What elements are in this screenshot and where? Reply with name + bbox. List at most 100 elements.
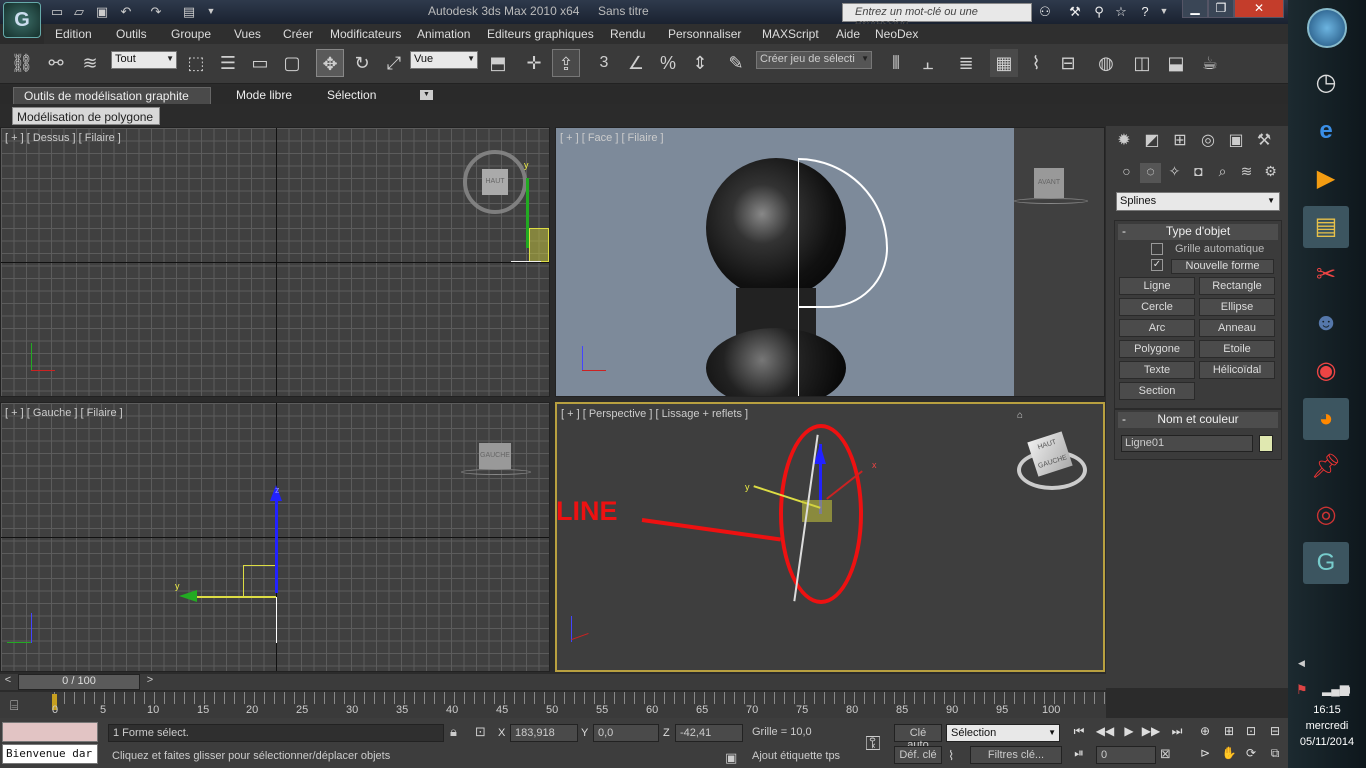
align-icon[interactable]: ⫠ xyxy=(914,49,942,77)
x-coord-field[interactable]: 183,918 xyxy=(510,724,578,742)
render-setup-icon[interactable]: ◫ xyxy=(1128,49,1156,77)
shape-helicoidal-button[interactable]: Hélicoïdal xyxy=(1199,361,1275,379)
user-app-icon[interactable]: ☻ xyxy=(1303,302,1349,344)
viewcube-left[interactable]: GAUCHE xyxy=(479,443,511,469)
help-dropdown-icon[interactable]: ▼ xyxy=(1155,3,1173,20)
ribbon-panel-polygon-modeling[interactable]: Modélisation de polygone xyxy=(12,107,160,125)
unlink-icon[interactable]: ⚯ xyxy=(42,49,70,77)
3dsmax-taskbar-icon[interactable]: G xyxy=(1303,542,1349,584)
action-center-icon[interactable]: ⚑ xyxy=(1296,682,1308,698)
y-coord-field[interactable]: 0,0 xyxy=(593,724,659,742)
set-key-button[interactable]: Déf. clé xyxy=(894,746,942,764)
current-frame-field[interactable]: 0 xyxy=(1096,746,1156,764)
motion-tab-icon[interactable]: ◎ xyxy=(1196,130,1220,152)
menu-edition[interactable]: Edition xyxy=(55,27,92,41)
shape-anneau-button[interactable]: Anneau xyxy=(1199,319,1275,337)
reference-coord-dropdown[interactable]: Vue xyxy=(410,51,478,69)
spinner-snap-icon[interactable]: ⇕ xyxy=(686,49,714,77)
time-next-button[interactable]: > xyxy=(142,674,158,690)
tab-mode-libre[interactable]: Mode libre xyxy=(226,87,302,104)
viewport-top[interactable]: [ + ] [ Dessus ] [ Filaire ] HAUT y xyxy=(0,127,550,397)
viewcube-ring-front[interactable] xyxy=(1014,198,1088,204)
network-icon[interactable]: ▂▄▆ xyxy=(1322,682,1349,696)
percent-snap-icon[interactable]: % xyxy=(654,49,682,77)
display-tab-icon[interactable]: ▣ xyxy=(1224,130,1248,152)
clock-time[interactable]: 16:15 xyxy=(1288,704,1366,716)
material-editor-icon[interactable]: ◍ xyxy=(1092,49,1120,77)
viewport-perspective-label[interactable]: [ + ] [ Perspective ] [ Lissage + reflet… xyxy=(561,408,748,420)
tools-icon[interactable]: ⚒ xyxy=(1066,3,1084,20)
maximize-button[interactable]: ❐ xyxy=(1208,0,1234,18)
window-crossing-icon[interactable]: ▢ xyxy=(278,49,306,77)
modify-tab-icon[interactable]: ◩ xyxy=(1140,130,1164,152)
graphite-toggle-icon[interactable]: ▦ xyxy=(990,49,1018,77)
rect-selection-icon[interactable]: ▭ xyxy=(246,49,274,77)
goto-end-icon[interactable]: ⏭ xyxy=(1166,724,1188,742)
hierarchy-tab-icon[interactable]: ⊞ xyxy=(1168,130,1192,152)
viewport-top-label[interactable]: [ + ] [ Dessus ] [ Filaire ] xyxy=(5,132,121,144)
zoom-extents-icon[interactable]: ⊡ xyxy=(1240,724,1262,742)
add-time-tag[interactable]: Ajout étiquette tps xyxy=(748,748,848,766)
clock-date[interactable]: 05/11/2014 xyxy=(1288,736,1366,748)
edit-named-sel-icon[interactable]: ✎ xyxy=(722,49,750,77)
ribbon-minimize-icon[interactable]: ▼ xyxy=(420,90,433,100)
shape-etoile-button[interactable]: Etoile xyxy=(1199,340,1275,358)
menu-groupe[interactable]: Groupe xyxy=(171,27,211,41)
systems-icon[interactable]: ⚙ xyxy=(1260,163,1281,183)
named-selection-dropdown[interactable]: Créer jeu de sélecti xyxy=(756,51,872,69)
zoom-extents-all-icon[interactable]: ⊟ xyxy=(1264,724,1286,742)
menu-editeurs-graphiques[interactable]: Editeurs graphiques xyxy=(487,27,594,41)
new-shape-button[interactable]: Nouvelle forme xyxy=(1171,259,1274,274)
absolute-mode-icon[interactable]: ⊡ xyxy=(475,724,486,740)
new-file-icon[interactable]: ▭ xyxy=(48,3,66,20)
menu-neodex[interactable]: NeoDex xyxy=(875,27,918,41)
rollout-name-color-header[interactable]: - Nom et couleur xyxy=(1118,412,1278,428)
redo-icon[interactable]: ↷ xyxy=(147,3,165,20)
viewcube-top[interactable]: HAUT xyxy=(482,169,508,195)
maxscript-listener-input[interactable]: Bienvenue dar xyxy=(2,744,98,764)
pin-app-icon[interactable]: 📌︎ xyxy=(1303,446,1349,488)
zoom-all-icon[interactable]: ⊞ xyxy=(1218,724,1240,742)
show-hidden-icons[interactable]: ◀ xyxy=(1298,658,1305,669)
volume-icon[interactable]: 🔈︎ xyxy=(1346,682,1354,698)
time-config-icon[interactable]: ⊠ xyxy=(1160,746,1171,762)
shape-category-dropdown[interactable]: Splines ▼ xyxy=(1116,192,1280,211)
help-icon[interactable]: ? xyxy=(1136,3,1154,20)
menu-vues[interactable]: Vues xyxy=(234,27,261,41)
viewport-front-label[interactable]: [ + ] [ Face ] [ Filaire ] xyxy=(560,132,664,144)
shape-ligne-button[interactable]: Ligne xyxy=(1119,277,1195,295)
viewcube-ring-left[interactable] xyxy=(461,469,531,475)
rollout-object-type-header[interactable]: - Type d'objet xyxy=(1118,224,1278,240)
viewcube-front[interactable]: AVANT xyxy=(1034,168,1064,198)
viewport-front[interactable]: [ + ] [ Face ] [ Filaire ] AVANT xyxy=(555,127,1105,397)
mirror-icon[interactable]: ⫴ xyxy=(882,49,910,77)
curve-editor-icon[interactable]: ⌇ xyxy=(1022,49,1050,77)
select-object-icon[interactable]: ⬚ xyxy=(182,49,210,77)
key-filters-button[interactable]: Filtres clé... xyxy=(970,746,1062,764)
menu-animation[interactable]: Animation xyxy=(417,27,470,41)
clock-app-icon[interactable]: ◷ xyxy=(1303,62,1349,104)
default-tangent-icon[interactable]: ⌇ xyxy=(948,748,954,764)
snaps-toggle-icon[interactable]: 3 xyxy=(590,49,618,77)
quick-access-dropdown-icon[interactable]: ▼ xyxy=(202,3,220,20)
object-color-swatch[interactable] xyxy=(1259,435,1273,452)
shape-ellipse-button[interactable]: Ellipse xyxy=(1199,298,1275,316)
shapes-icon[interactable]: ◌ xyxy=(1140,163,1161,183)
menu-aide[interactable]: Aide xyxy=(836,27,860,41)
next-frame-icon[interactable]: ▶▶ xyxy=(1140,724,1162,742)
menu-outils[interactable]: Outils xyxy=(116,27,147,41)
layer-manager-icon[interactable]: ≣ xyxy=(952,49,980,77)
shape-texte-button[interactable]: Texte xyxy=(1119,361,1195,379)
shape-section-button[interactable]: Section xyxy=(1119,382,1195,400)
binoculars-icon[interactable]: ⚇ xyxy=(1036,3,1054,20)
angle-snap-icon[interactable]: ∠ xyxy=(622,49,650,77)
start-button[interactable] xyxy=(1307,8,1347,48)
project-folder-icon[interactable]: ▤ xyxy=(180,3,198,20)
pivot-center-icon[interactable]: ⬒ xyxy=(484,49,512,77)
tab-graphite-modeling[interactable]: Outils de modélisation graphite xyxy=(13,87,211,104)
time-slider-thumb[interactable]: 0 / 100 xyxy=(18,674,140,690)
time-tag-icon[interactable]: ▣ xyxy=(725,750,737,766)
communication-icon[interactable]: ⚲ xyxy=(1090,3,1108,20)
clock-day[interactable]: mercredi xyxy=(1288,720,1366,732)
save-icon[interactable]: ▣ xyxy=(93,3,111,20)
